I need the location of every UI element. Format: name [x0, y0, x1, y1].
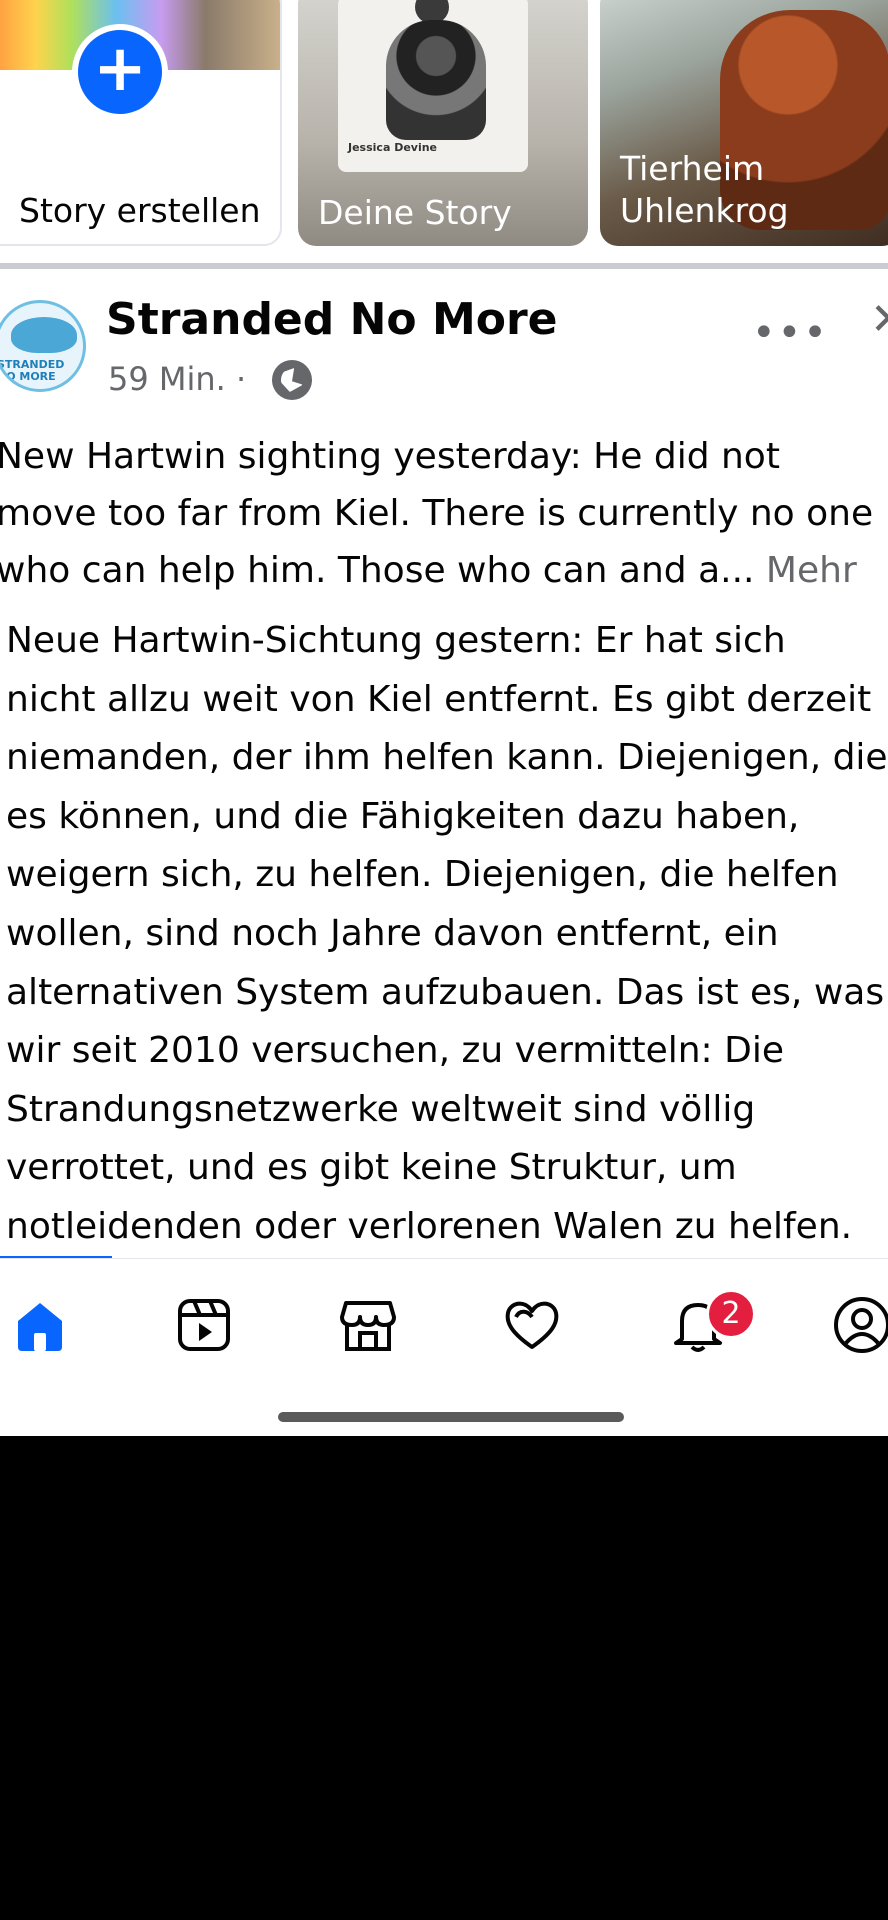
avatar[interactable]: STRANDED NO MORE [0, 300, 86, 392]
more-icon[interactable]: ••• [752, 310, 829, 356]
story-create-card[interactable]: + Story erstellen [0, 0, 282, 246]
bottom-tab-bar: 2 [0, 1258, 888, 1378]
empty-black-area [0, 1436, 888, 1920]
globe-icon [272, 360, 312, 400]
post-text-line: New Hartwin sighting yesterday: He did n… [0, 436, 780, 477]
home-icon [18, 1303, 62, 1351]
see-more-link[interactable]: Mehr [766, 550, 857, 591]
story-shelter-card[interactable]: Tierheim Uhlenkrog [600, 0, 888, 246]
story-mine-card[interactable]: Jessica Devine Deine Story [298, 0, 588, 246]
translation-line: wir seit 2010 versuchen, zu vermitteln: … [6, 1030, 784, 1072]
translation-line: es können, und die Fähigkeiten dazu habe… [6, 795, 800, 837]
section-divider [0, 263, 888, 269]
tab-marketplace[interactable] [338, 1295, 398, 1355]
avatar-logo-text: STRANDED NO MORE [0, 358, 65, 383]
tab-dating[interactable] [502, 1295, 562, 1355]
translation-line: Strandungsnetzwerke weltweit sind völlig [6, 1088, 756, 1130]
translation-line: niemanden, der ihm helfen kann. Diejenig… [6, 737, 888, 779]
notification-badge: 2 [706, 1289, 756, 1339]
post-original-text: New Hartwin sighting yesterday: He did n… [0, 428, 888, 599]
page-name[interactable]: Stranded No More [106, 294, 558, 345]
translation-line: wollen, sind noch Jahre davon entfernt, … [6, 912, 779, 954]
story-artwork: Jessica Devine [338, 0, 528, 172]
post-text-line: move too far from Kiel. There is current… [0, 493, 874, 534]
tab-home[interactable] [10, 1295, 70, 1355]
translation-line: verrottet, und es gibt keine Struktur, u… [6, 1147, 737, 1189]
post-time: 59 Min. · [108, 360, 247, 398]
close-icon[interactable]: ✕ [870, 294, 888, 345]
profile-icon [834, 1297, 888, 1353]
post-translation: Neue Hartwin-Sichtung gestern: Er hat si… [6, 612, 888, 1257]
store-icon [340, 1301, 396, 1351]
story-mine-label: Deine Story [318, 193, 512, 232]
plus-icon[interactable]: + [72, 24, 168, 120]
tab-video[interactable] [174, 1295, 234, 1355]
translation-line: Neue Hartwin-Sichtung gestern: Er hat si… [6, 620, 786, 661]
translation-line: notleidenden oder verlorenen Walen zu he… [6, 1205, 853, 1247]
tab-profile[interactable] [832, 1295, 888, 1355]
post-text-line: who can help him. Those who can and a...… [0, 542, 888, 599]
artwork-artist: Jessica Devine [348, 141, 438, 154]
whale-logo-icon [11, 317, 77, 353]
translation-line: weigern sich, zu helfen. Diejenigen, die… [6, 854, 839, 896]
story-create-label: Story erstellen [19, 191, 261, 230]
post-header: STRANDED NO MORE Stranded No More 59 Min… [0, 270, 888, 410]
home-indicator[interactable] [278, 1412, 624, 1422]
heart-icon [505, 1301, 559, 1349]
stories-tray: + Story erstellen Jessica Devine Deine S… [0, 0, 888, 262]
translation-line: alternativen System aufzubauen. Das ist … [6, 971, 885, 1013]
screen: + Story erstellen Jessica Devine Deine S… [0, 0, 888, 1436]
translation-line: nicht allzu weit von Kiel entfernt. Es g… [6, 678, 872, 720]
video-icon [178, 1299, 230, 1351]
post-text-line-content: who can help him. Those who can and a... [0, 550, 755, 591]
artwork-figure [386, 20, 486, 140]
story-shelter-label: Tierheim Uhlenkrog [620, 149, 789, 230]
